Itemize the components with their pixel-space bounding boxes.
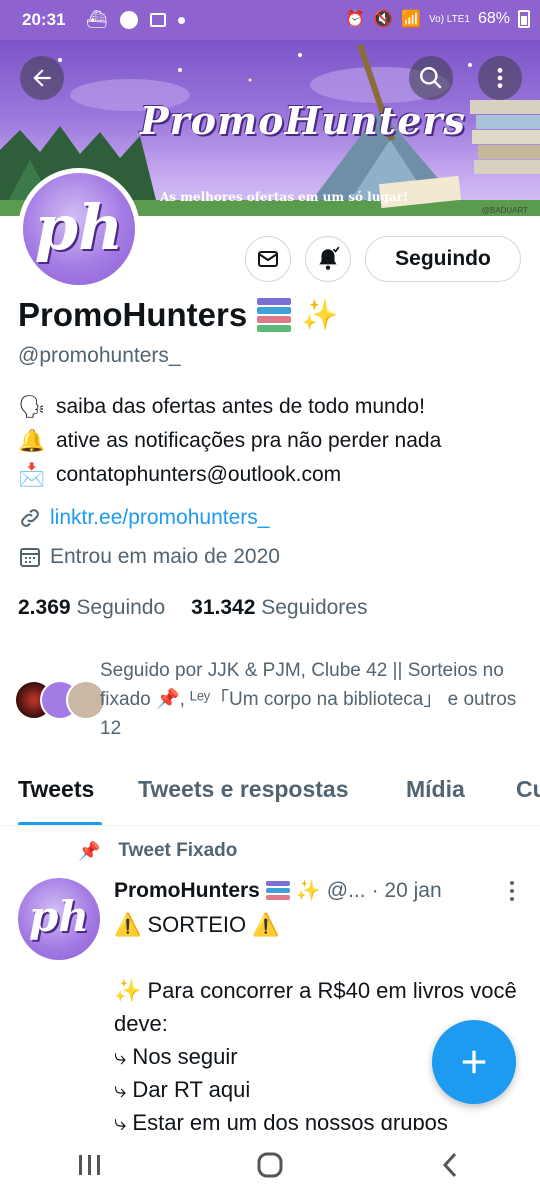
bio-text: saiba das ofertas antes de todo mundo! <box>56 395 425 418</box>
tab-tweets[interactable]: Tweets <box>18 776 94 803</box>
banner-credit: @BADUART <box>481 206 528 215</box>
sparkles-emoji-icon: ✨ <box>301 298 339 332</box>
books-emoji-icon <box>257 298 292 332</box>
speaking-head-icon: 🗣 <box>18 394 46 419</box>
tab-likes[interactable]: Cu <box>516 776 540 803</box>
arrow-left-icon <box>33 69 51 87</box>
profile-link-row: linktr.ee/promohunters_ <box>18 506 269 530</box>
profile-bio: 🗣 saiba das ofertas antes de todo mundo!… <box>18 390 441 492</box>
profile-avatar[interactable]: ph <box>18 168 140 290</box>
tweet-line <box>114 941 524 974</box>
followed-by-text: Seguido por JJK & PJM, Clube 42 || Sorte… <box>100 660 517 739</box>
books-emoji-icon <box>265 881 290 900</box>
banner-title: PromoHunters <box>140 98 466 143</box>
plus-icon <box>462 1050 486 1074</box>
bio-email[interactable]: contatophunters@outlook.com <box>56 458 341 492</box>
bio-line: 🔔 ative as notificações pra não perder n… <box>18 424 441 458</box>
home-button[interactable] <box>230 1140 310 1190</box>
tab-media[interactable]: Mídia <box>406 776 465 803</box>
bio-line: 📩 contatophunters@outlook.com <box>18 458 441 492</box>
bell-icon <box>319 246 340 270</box>
system-nav-bar <box>0 1130 540 1200</box>
followed-by-avatars <box>14 680 106 720</box>
search-icon <box>420 67 442 89</box>
tweet-header: PromoHunters ✨ @... · 20 jan <box>114 878 524 903</box>
avatar-logo-text: ph <box>34 191 124 264</box>
mute-icon: 🔇 <box>373 11 394 28</box>
active-tab-indicator <box>18 822 102 825</box>
more-vertical-icon <box>497 68 503 88</box>
tweet-author-name[interactable]: PromoHunters <box>114 879 260 903</box>
compose-tweet-button[interactable] <box>432 1020 516 1104</box>
tweet-author-handle: @... <box>326 878 366 902</box>
bio-line: 🗣 saiba das ofertas antes de todo mundo! <box>18 390 441 424</box>
chevron-left-icon <box>442 1152 457 1178</box>
notifications-button[interactable] <box>305 236 351 282</box>
profile-handle: @promohunters_ <box>18 344 181 367</box>
following-button[interactable]: Seguindo <box>365 236 521 282</box>
status-time: 20:31 <box>22 10 66 29</box>
sparkles-emoji-icon: ✨ <box>295 880 321 902</box>
pin-icon: 📌 <box>78 840 101 861</box>
profile-tabs: Tweets Tweets e respostas Mídia Cu <box>0 770 540 826</box>
followers-stat[interactable]: 31.342 Seguidores <box>191 596 367 620</box>
gallery-icon <box>149 13 166 27</box>
back-button[interactable] <box>20 56 64 100</box>
banner-subtitle: As melhores ofertas em um só lugar! <box>160 190 409 204</box>
circle-icon <box>119 11 138 29</box>
following-count: 2.369 <box>18 596 71 619</box>
following-label: Seguindo <box>76 596 166 619</box>
profile-link[interactable]: linktr.ee/promohunters_ <box>50 506 269 530</box>
recents-icon <box>79 1155 100 1175</box>
home-icon <box>257 1152 283 1178</box>
tweet-line: ⚠️ SORTEIO ⚠️ <box>114 912 280 937</box>
profile-stats: 2.369 Seguindo 31.342 Seguidores <box>18 596 367 620</box>
calendar-icon <box>20 548 40 567</box>
search-button[interactable] <box>409 56 453 100</box>
followed-by-row[interactable]: Seguido por JJK & PJM, Clube 42 || Sorte… <box>14 656 534 746</box>
followers-label: Seguidores <box>261 596 368 619</box>
network-label: Vo) LTE1 <box>429 13 470 25</box>
joined-date: Entrou em maio de 2020 <box>50 545 280 568</box>
mail-icon <box>258 251 278 267</box>
bell-emoji-icon: 🔔 <box>18 428 46 453</box>
wifi-icon: 📶 <box>401 11 422 28</box>
message-button[interactable] <box>245 236 291 282</box>
envelope-emoji-icon: 📩 <box>18 462 46 487</box>
recents-button[interactable] <box>50 1140 130 1190</box>
more-vertical-icon <box>510 881 514 901</box>
alarm-icon: ⏰ <box>345 11 366 28</box>
back-nav-button[interactable] <box>410 1140 490 1190</box>
more-button[interactable] <box>478 56 522 100</box>
tweet-more-button[interactable] <box>508 880 516 908</box>
tab-tweets-replies[interactable]: Tweets e respostas <box>138 776 349 803</box>
battery-icon <box>518 10 530 28</box>
tweet-date: · 20 jan <box>371 878 442 902</box>
pinned-label: Tweet Fixado <box>118 840 238 861</box>
joined-row: Entrou em maio de 2020 <box>18 545 280 569</box>
battery-percent: 68% <box>477 10 510 27</box>
avatar-logo-text: ph <box>29 892 89 941</box>
status-bar: 20:31 ⛴ ⏰ 🔇 📶 Vo) LTE1 68% <box>0 0 540 40</box>
bio-text: ative as notificações pra não perder nad… <box>56 429 442 452</box>
following-stat[interactable]: 2.369 Seguindo <box>18 596 165 620</box>
followers-count: 31.342 <box>191 596 256 619</box>
dot-icon <box>177 16 185 24</box>
profile-name: PromoHunters <box>18 296 248 333</box>
link-icon <box>21 509 39 527</box>
pinned-label-row: 📌 Tweet Fixado <box>78 840 237 862</box>
submarine-icon: ⛴ <box>86 10 108 29</box>
profile-name-row: PromoHunters ✨ <box>18 296 339 334</box>
tweet-avatar[interactable]: ph <box>18 878 100 960</box>
